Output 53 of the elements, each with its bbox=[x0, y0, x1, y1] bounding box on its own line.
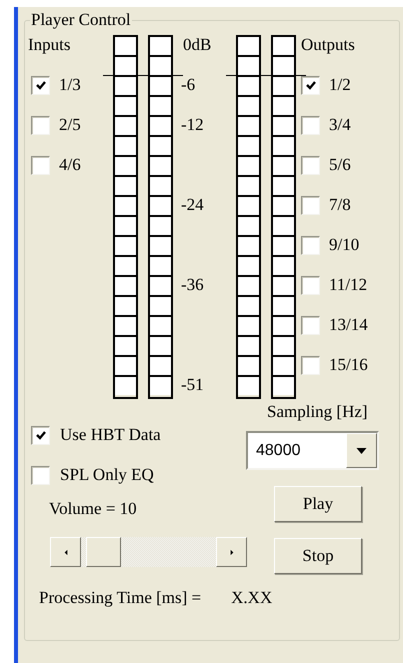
checkbox-label: 13/14 bbox=[329, 315, 368, 335]
checkbox[interactable] bbox=[301, 356, 320, 374]
check-icon bbox=[34, 79, 46, 91]
dropdown-button[interactable] bbox=[346, 433, 377, 468]
right-arrow-icon bbox=[230, 548, 234, 556]
checkbox[interactable] bbox=[301, 76, 320, 94]
push-button[interactable]: Stop bbox=[274, 538, 362, 574]
checkbox-label: Use HBT Data bbox=[60, 425, 161, 445]
outputs-label: Outputs bbox=[301, 35, 356, 55]
checkbox-label: 4/6 bbox=[59, 155, 81, 175]
checkbox-label: SPL Only EQ bbox=[60, 465, 154, 485]
checkbox-label: 7/8 bbox=[329, 195, 351, 215]
checkbox[interactable] bbox=[301, 196, 320, 214]
checkbox-label: 11/12 bbox=[329, 275, 368, 295]
check-icon bbox=[34, 429, 46, 441]
sampling-label: Sampling [Hz] bbox=[267, 401, 368, 423]
scale-label: -12 bbox=[180, 115, 205, 135]
checkbox[interactable] bbox=[301, 116, 320, 134]
scrollbar-thumb[interactable] bbox=[86, 537, 121, 567]
volume-scrollbar[interactable] bbox=[50, 537, 247, 567]
processing-time-label: Processing Time [ms] = bbox=[39, 588, 202, 608]
left-arrow-icon bbox=[64, 548, 68, 556]
checkbox-label: 1/3 bbox=[59, 75, 81, 95]
volume-label: Volume = 10 bbox=[49, 499, 138, 519]
checkbox-label: 5/6 bbox=[329, 155, 351, 175]
scale-label: 0dB bbox=[182, 35, 212, 55]
push-button[interactable]: Play bbox=[274, 486, 362, 522]
checkbox[interactable] bbox=[301, 156, 320, 174]
checkbox[interactable] bbox=[31, 156, 50, 174]
checkbox-label: 15/16 bbox=[329, 355, 368, 375]
checkbox-label: 2/5 bbox=[59, 115, 81, 135]
scale-label: -51 bbox=[180, 375, 205, 395]
check-icon bbox=[304, 79, 316, 91]
scale-label: -24 bbox=[180, 195, 205, 215]
checkbox-label: 1/2 bbox=[329, 75, 351, 95]
checkbox[interactable] bbox=[31, 426, 50, 444]
scroll-right-button[interactable] bbox=[216, 537, 247, 567]
scale-label: -36 bbox=[180, 275, 205, 295]
checkbox[interactable] bbox=[301, 316, 320, 334]
group-title: Player Control bbox=[30, 11, 132, 29]
processing-time-value: X.XX bbox=[231, 588, 272, 608]
checkbox-label: 3/4 bbox=[329, 115, 351, 135]
checkbox[interactable] bbox=[301, 276, 320, 294]
sampling-dropdown[interactable]: 48000 bbox=[246, 431, 379, 470]
checkbox[interactable] bbox=[31, 76, 50, 94]
scale-label: -6 bbox=[180, 75, 196, 95]
checkbox[interactable] bbox=[301, 236, 320, 254]
scroll-left-button[interactable] bbox=[50, 537, 81, 567]
checkbox-label: 9/10 bbox=[329, 235, 360, 255]
checkbox[interactable] bbox=[31, 116, 50, 134]
inputs-label: Inputs bbox=[28, 35, 72, 55]
checkbox[interactable] bbox=[31, 466, 50, 484]
caret-icon bbox=[356, 448, 367, 454]
